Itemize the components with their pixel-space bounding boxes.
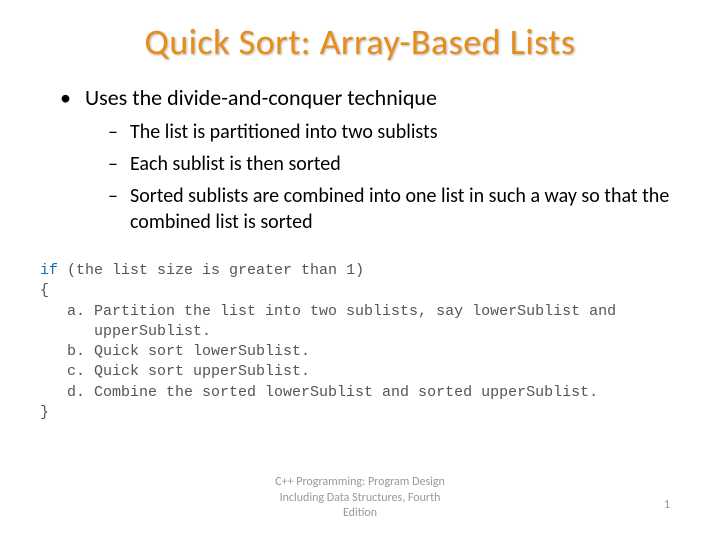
- content-area: Uses the divide-and-conquer technique Th…: [0, 84, 720, 235]
- bullet-sub-3: Sorted sublists are combined into one li…: [60, 183, 670, 235]
- code-line-if: if (the list size is greater than 1): [40, 261, 680, 281]
- code-line-d: d. Combine the sorted lowerSublist and s…: [40, 383, 680, 403]
- footer-line-1: C++ Programming: Program Design: [0, 475, 720, 491]
- code-line-close: }: [40, 403, 680, 423]
- code-line-c: c. Quick sort upperSublist.: [40, 362, 680, 382]
- slide-title: Quick Sort: Array-Based Lists: [0, 20, 720, 64]
- code-block: if (the list size is greater than 1) { a…: [0, 241, 720, 423]
- keyword-if: if: [40, 262, 58, 279]
- footer-line-2: Including Data Structures, Fourth: [0, 491, 720, 507]
- code-line-b: b. Quick sort lowerSublist.: [40, 342, 680, 362]
- page-number: 1: [664, 498, 670, 512]
- footer-line-3: Edition: [0, 506, 720, 522]
- code-line-a2: upperSublist.: [40, 322, 680, 342]
- code-line-open: {: [40, 281, 680, 301]
- bullet-main: Uses the divide-and-conquer technique: [60, 84, 670, 111]
- code-line-a: a. Partition the list into two sublists,…: [40, 302, 680, 322]
- code-condition: (the list size is greater than 1): [58, 262, 364, 279]
- footer: C++ Programming: Program Design Includin…: [0, 475, 720, 522]
- bullet-sub-1: The list is partitioned into two sublist…: [60, 119, 670, 145]
- bullet-sub-2: Each sublist is then sorted: [60, 151, 670, 177]
